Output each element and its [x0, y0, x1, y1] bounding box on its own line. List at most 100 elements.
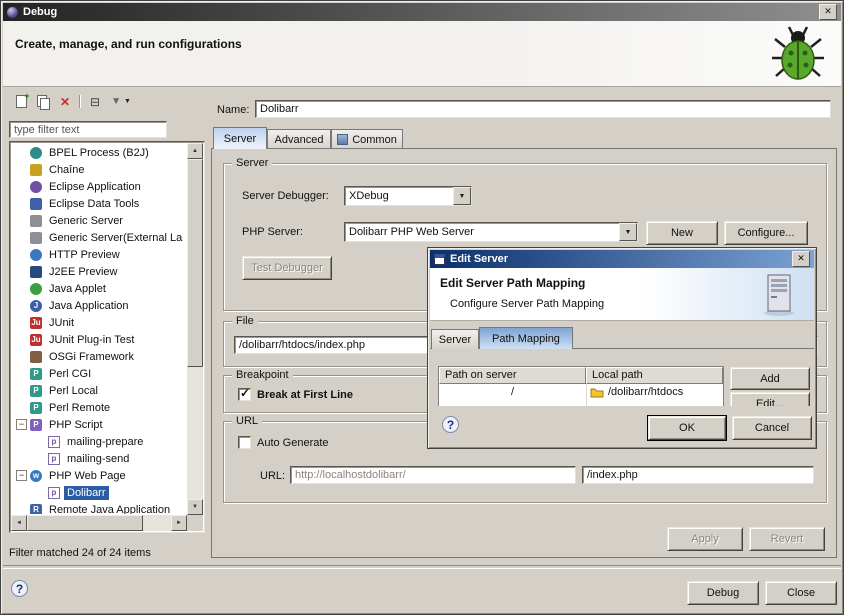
new-server-button[interactable]: New — [646, 221, 718, 245]
url-path-input[interactable] — [582, 466, 814, 484]
tab-common-label: Common — [352, 134, 397, 146]
delete-configuration-button[interactable]: ✕ — [55, 93, 75, 110]
dialog-help-icon[interactable]: ? — [442, 416, 459, 433]
tree-vertical-scrollbar[interactable]: ▲ ▼ — [187, 143, 203, 515]
tree-indent — [16, 215, 27, 226]
tab-common[interactable]: Common — [331, 129, 403, 149]
collapse-all-button[interactable]: ⊟ — [85, 93, 105, 110]
php-server-value: Dolibarr PHP Web Server — [345, 226, 619, 238]
dialog-tab-path-mapping-label: Path Mapping — [492, 333, 560, 345]
duplicate-configuration-button[interactable] — [33, 93, 53, 110]
junit-icon: Ju — [30, 317, 42, 329]
apply-button[interactable]: Apply — [667, 527, 743, 551]
url-base-input — [290, 466, 576, 484]
bug-icon — [771, 25, 825, 83]
tree-indent — [16, 249, 27, 260]
server-debugger-value: XDebug — [345, 190, 453, 202]
php-file-icon: p — [48, 453, 60, 465]
tree-item-junit-plug-in-test[interactable]: JuJUnit Plug-in Test — [12, 331, 186, 348]
tree-item-generic-server-external-la[interactable]: Generic Server(External La — [12, 229, 186, 246]
data-tools-icon — [30, 198, 42, 210]
tree-indent — [16, 504, 27, 514]
tree-item-http-preview[interactable]: HTTP Preview — [12, 246, 186, 263]
tree-item-mailing-send[interactable]: pmailing-send — [12, 450, 186, 467]
column-path-on-server[interactable]: Path on server — [439, 367, 586, 384]
applet-icon — [30, 283, 42, 295]
tree-expander-icon[interactable]: − — [16, 419, 27, 430]
tab-advanced[interactable]: Advanced — [267, 129, 331, 149]
vertical-scroll-thumb[interactable] — [187, 159, 203, 367]
tree-item-java-applet[interactable]: Java Applet — [12, 280, 186, 297]
scroll-right-button[interactable]: ► — [171, 515, 187, 531]
dropdown-arrow-icon[interactable]: ▼ — [453, 187, 471, 205]
php-server-select[interactable]: Dolibarr PHP Web Server ▼ — [344, 222, 638, 242]
tree-item-label: BPEL Process (B2J) — [46, 146, 152, 160]
perl-icon: P — [30, 385, 42, 397]
tree-item-osgi-framework[interactable]: OSGi Framework — [12, 348, 186, 365]
scroll-left-button[interactable]: ◄ — [11, 515, 27, 531]
tree-item-perl-remote[interactable]: PPerl Remote — [12, 399, 186, 416]
dialog-titlebar: Edit Server ✕ — [430, 250, 814, 268]
close-window-button[interactable]: ✕ — [819, 4, 837, 20]
server-debugger-select[interactable]: XDebug ▼ — [344, 186, 472, 206]
tree-item-php-script[interactable]: −PPHP Script — [12, 416, 186, 433]
tree-item-java-application[interactable]: JJava Application — [12, 297, 186, 314]
dialog-tab-path-mapping[interactable]: Path Mapping — [479, 327, 573, 349]
close-button[interactable]: Close — [765, 581, 837, 605]
url-label: URL: — [260, 470, 285, 482]
tree-item-label: J2EE Preview — [46, 265, 120, 279]
tree-item-perl-cgi[interactable]: P Perl CGI — [12, 365, 186, 382]
test-debugger-button[interactable]: Test Debugger — [242, 256, 332, 280]
breakpoint-group-label: Breakpoint — [232, 369, 293, 381]
tree-item-mailing-prepare[interactable]: pmailing-prepare — [12, 433, 186, 450]
tree-item-label: Perl CGI — [46, 367, 94, 381]
tree-item-bpel-process-b2j[interactable]: BPEL Process (B2J) — [12, 144, 186, 161]
delete-icon: ✕ — [60, 95, 70, 109]
add-mapping-button[interactable]: Add — [730, 367, 810, 390]
tree-indent — [16, 300, 27, 311]
mapping-row[interactable]: //dolibarr/htdocs — [439, 384, 723, 400]
tree-expander-icon[interactable]: − — [16, 470, 27, 481]
auto-generate-label: Auto Generate — [257, 437, 329, 449]
filter-icon: ▼ — [111, 96, 121, 107]
tree-indent — [34, 436, 45, 447]
filter-input[interactable] — [9, 121, 167, 138]
tree-item-j2ee-preview[interactable]: J2EE Preview — [12, 263, 186, 280]
tab-server[interactable]: Server — [213, 127, 267, 149]
tree-item-generic-server[interactable]: Generic Server — [12, 212, 186, 229]
edit-server-dialog: Edit Server ✕ Edit Server Path Mapping C… — [427, 247, 817, 449]
scroll-down-button[interactable]: ▼ — [187, 499, 203, 515]
php-web-icon: w — [30, 470, 42, 482]
dialog-close-button[interactable]: ✕ — [792, 251, 810, 267]
help-icon[interactable]: ? — [11, 580, 28, 597]
dropdown-arrow-icon[interactable]: ▼ — [619, 223, 637, 241]
configure-server-button[interactable]: Configure... — [724, 221, 808, 245]
tree-item-eclipse-data-tools[interactable]: Eclipse Data Tools — [12, 195, 186, 212]
debug-button[interactable]: Debug — [687, 581, 759, 605]
tree-horizontal-scrollbar[interactable]: ◄ ► — [11, 515, 187, 531]
tree-item-eclipse-application[interactable]: Eclipse Application — [12, 178, 186, 195]
eclipse-app-icon — [30, 181, 42, 193]
perl-icon: P — [30, 368, 42, 380]
name-input[interactable] — [255, 100, 831, 118]
tree-item-cha-ne[interactable]: Chaîne — [12, 161, 186, 178]
auto-generate-checkbox[interactable] — [238, 436, 251, 449]
horizontal-scroll-thumb[interactable] — [27, 515, 143, 531]
debug-window: Debug ✕ Create, manage, and run configur… — [0, 0, 844, 615]
new-configuration-button[interactable]: + — [11, 93, 31, 110]
column-local-path[interactable]: Local path — [586, 367, 723, 384]
dialog-tab-server[interactable]: Server — [431, 329, 479, 349]
filter-options-button[interactable]: ▼▼ — [107, 93, 135, 110]
revert-button[interactable]: Revert — [749, 527, 825, 551]
tree-item-dolibarr[interactable]: pDolibarr — [12, 484, 186, 501]
cancel-button[interactable]: Cancel — [732, 416, 812, 440]
tree-indent — [16, 181, 27, 192]
tree-item-php-web-page[interactable]: −wPHP Web Page — [12, 467, 186, 484]
ok-button[interactable]: OK — [648, 416, 726, 440]
bpel-icon — [30, 147, 42, 159]
tree-item-perl-local[interactable]: PPerl Local — [12, 382, 186, 399]
tree-item-junit[interactable]: JuJUnit — [12, 314, 186, 331]
tree-item-remote-java-application[interactable]: RRemote Java Application — [12, 501, 186, 514]
break-first-line-checkbox[interactable] — [238, 388, 251, 401]
scroll-up-button[interactable]: ▲ — [187, 143, 203, 159]
